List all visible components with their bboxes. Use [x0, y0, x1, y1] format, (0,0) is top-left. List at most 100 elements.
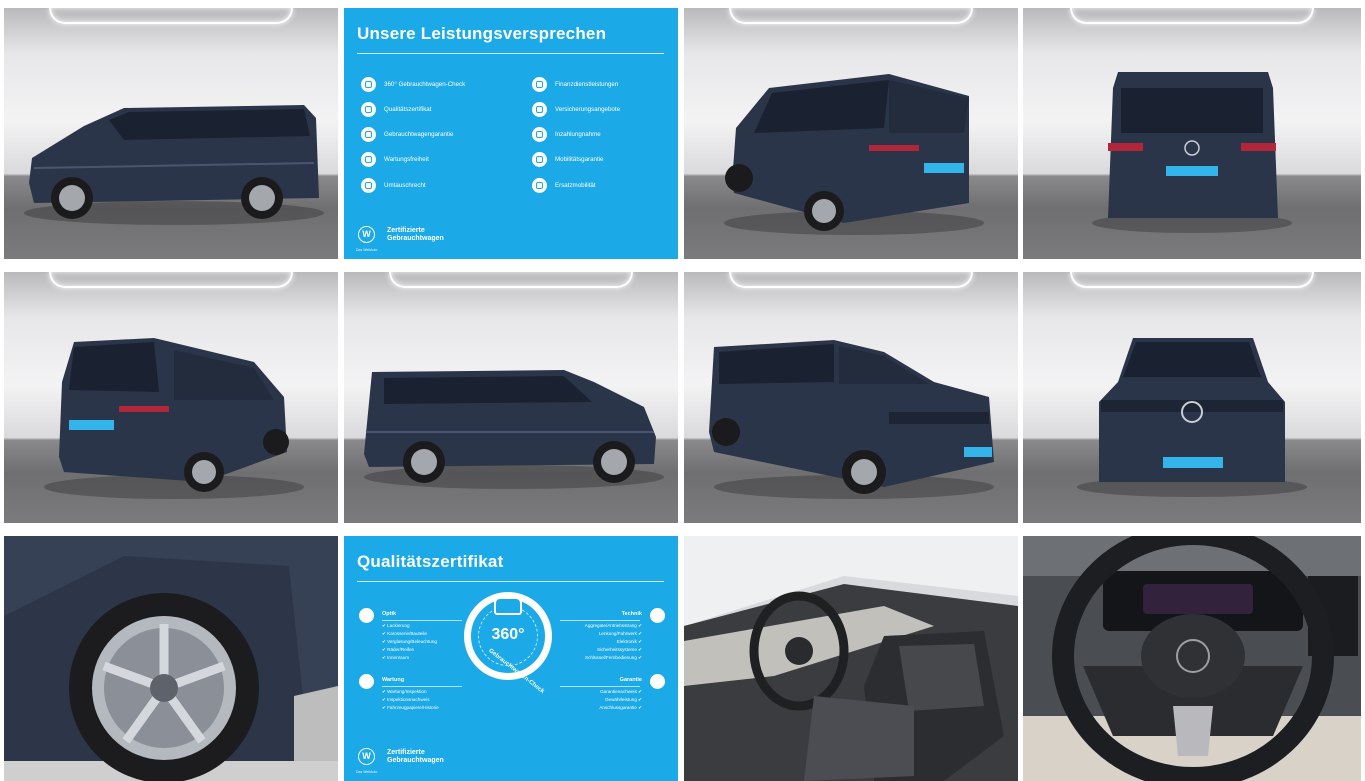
promise-item: Versicherungsangebote: [532, 102, 620, 117]
vw-logo-icon: W: [358, 226, 375, 243]
brand-block: W Zertifizierte Gebrauchtwagen: [358, 748, 457, 765]
promise-label: Mobilitätsgarantie: [555, 156, 604, 163]
gallery-photo-rear-three-quarter[interactable]: [684, 8, 1018, 259]
panel-title: Qualitätszertifikat: [357, 552, 504, 571]
check-item: Gewährleistung ✔: [604, 697, 642, 702]
check-item: Anschlussgarantie ✔: [599, 705, 642, 710]
vw-logo-icon: W: [358, 748, 375, 765]
check-item: Elektronik ✔: [616, 639, 642, 644]
check-icon: [361, 77, 376, 92]
badge-number: 360°: [491, 626, 525, 643]
promise-item: Umtauschrecht: [361, 178, 426, 193]
promise-item: 360° Gebrauchtwagen-Check: [361, 77, 465, 92]
divider: [357, 53, 664, 54]
leistungsversprechen-panel[interactable]: Unsere Leistungsversprechen 360° Gebrauc…: [344, 8, 678, 259]
check-item: Schlüssel/Fernbedienung ✔: [585, 655, 642, 660]
trade-in-icon: [532, 127, 547, 142]
optik-column: Optik ✔ Lackierung ✔ Karosserie/Bauteile…: [382, 610, 437, 662]
check-item: Sicherheitssysteme ✔: [597, 647, 642, 652]
check-item: Lenkung/Fahrwerk ✔: [598, 631, 642, 636]
brand-subtitle: Das WeltAuto: [356, 770, 378, 774]
gallery-photo-interior-cockpit[interactable]: [684, 536, 1018, 781]
divider: [382, 620, 462, 621]
shield-icon: [650, 674, 665, 689]
eye-icon: [359, 608, 374, 623]
car-inspection-icon: [494, 597, 522, 615]
promise-label: Qualitätszertifikat: [384, 106, 432, 113]
finance-icon: [532, 77, 547, 92]
promise-item: Ersatzmobilität: [532, 178, 596, 193]
promise-label: Wartungsfreiheit: [384, 156, 429, 163]
van-front-image: [1077, 338, 1307, 497]
gallery-photo-wheel-closeup[interactable]: [4, 536, 338, 781]
check-item: ✔ Lackierung: [382, 623, 410, 628]
gallery-photo-front[interactable]: [1023, 272, 1361, 523]
promise-label: Gebrauchtwagengarantie: [384, 131, 454, 138]
insurance-icon: [532, 102, 547, 117]
van-rear-image: [1092, 72, 1292, 233]
interior-cockpit-image: [684, 536, 1018, 781]
divider: [560, 620, 640, 621]
wartung-column: Wartung ✔ Wartung/Inspektion ✔ Inspektio…: [382, 676, 439, 712]
promise-item: Inzahlungnahme: [532, 127, 601, 142]
panel-title: Unsere Leistungsversprechen: [357, 24, 607, 43]
qualitaetszertifikat-panel[interactable]: Qualitätszertifikat Optik ✔ Lackierung ✔…: [344, 536, 678, 781]
van-rear-three-quarter-image: [724, 74, 984, 235]
promise-item: Gebrauchtwagengarantie: [361, 127, 454, 142]
wheel-closeup-image: [4, 536, 338, 781]
divider: [560, 686, 640, 687]
check-item: ✔ Karosserie/Bauteile: [382, 631, 427, 636]
gallery-photo-rear[interactable]: [1023, 8, 1361, 259]
promise-label: Umtauschrecht: [384, 182, 426, 189]
wrench-icon: [359, 674, 374, 689]
check-item: ✔ Fahrzeugpapiere/Historie: [382, 705, 439, 710]
steering-wheel-image: [1023, 536, 1361, 781]
certificate-icon: [361, 102, 376, 117]
check-item: ✔ Räder/Reifen: [382, 647, 415, 652]
van-rear-left-image: [44, 338, 304, 499]
promise-label: Finanzdienstleistungen: [555, 81, 619, 88]
section-heading: Optik: [382, 611, 397, 617]
brand-line: Gebrauchtwagen: [387, 756, 444, 764]
check-item: ✔ Wartung/Inspektion: [382, 689, 427, 694]
gallery-photo-steering-wheel[interactable]: [1023, 536, 1361, 781]
gear-icon: [650, 608, 665, 623]
gallery-photo-front-three-quarter[interactable]: [684, 272, 1018, 523]
brand-line: Gebrauchtwagen: [387, 234, 444, 242]
check-item: ✔ Inspektionsnachweis: [382, 697, 430, 702]
promise-item: Finanzdienstleistungen: [532, 77, 618, 92]
promise-item: Wartungsfreiheit: [361, 152, 429, 167]
gallery-photo-side-right[interactable]: [344, 272, 678, 523]
van-front-three-quarter-image: [709, 340, 994, 499]
exchange-icon: [361, 178, 376, 193]
brand-line: Zertifizierte: [387, 748, 425, 756]
vehicle-image-gallery: Unsere Leistungsversprechen 360° Gebrauc…: [0, 0, 1365, 781]
brand-line: Zertifizierte: [387, 226, 425, 234]
promise-label: Versicherungsangebote: [555, 106, 621, 113]
mobility-icon: [532, 152, 547, 167]
brand-block: W Zertifizierte Gebrauchtwagen: [358, 226, 457, 243]
check-item: Garantienachweis ✔: [600, 689, 642, 694]
promise-label: Ersatzmobilität: [555, 182, 596, 189]
promise-item: Mobilitätsgarantie: [532, 152, 604, 167]
section-heading: Technik: [621, 611, 642, 617]
shield-icon: [361, 127, 376, 142]
divider: [382, 686, 462, 687]
technik-column: Technik Aggregate/Antriebsstrang ✔ Lenku…: [585, 610, 642, 662]
wrench-icon: [361, 152, 376, 167]
check-item: Aggregate/Antriebsstrang ✔: [584, 623, 642, 628]
replacement-car-icon: [532, 178, 547, 193]
van-side-right-image: [364, 370, 664, 489]
brand-subtitle: Das WeltAuto: [356, 248, 378, 252]
van-side-left-image: [24, 105, 324, 225]
promise-label: Inzahlungnahme: [555, 131, 601, 138]
promise-label: 360° Gebrauchtwagen-Check: [384, 81, 466, 88]
check-item: ✔ Verglasung/Beleuchtung: [382, 639, 437, 644]
gallery-photo-rear-left-three-quarter[interactable]: [4, 272, 338, 523]
garantie-column: Garantie Garantienachweis ✔ Gewährleistu…: [599, 676, 642, 712]
section-heading: Wartung: [382, 677, 405, 683]
promise-item: Qualitätszertifikat: [361, 102, 431, 117]
check-item: ✔ Innenraum: [382, 655, 410, 660]
gallery-photo-side-left[interactable]: [4, 8, 338, 259]
section-heading: Garantie: [619, 677, 642, 683]
